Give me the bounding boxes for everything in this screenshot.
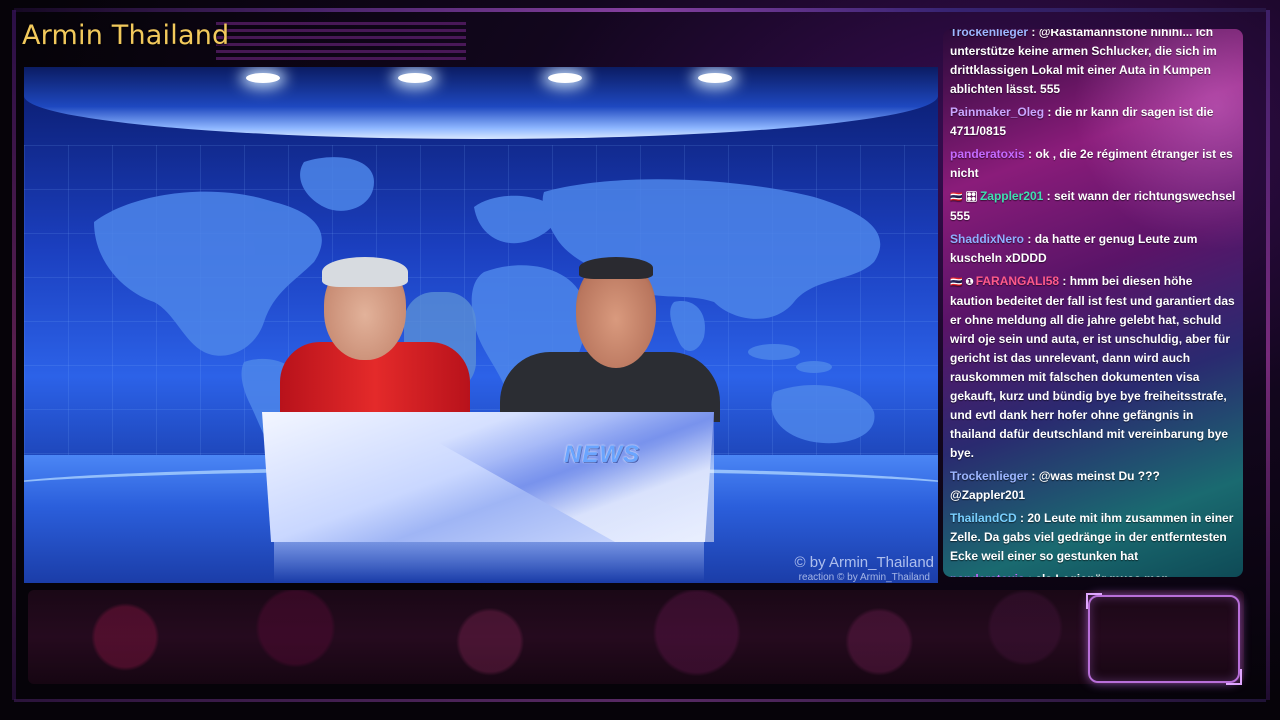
chat-username[interactable]: panderatoxis — [950, 572, 1025, 577]
video-watermark: © by Armin_Thailand — [794, 554, 934, 571]
chat-message: panderatoxis : ok , die 2e régiment étra… — [950, 145, 1237, 183]
studio-spotlight — [398, 73, 432, 83]
host-right-hair — [579, 257, 653, 279]
chat-message: Trockenlieger : @Rastamannstone hihihi..… — [950, 29, 1237, 99]
chat-username[interactable]: Painmaker_Oleg — [950, 105, 1044, 119]
chat-message: ShaddixNero : da hatte er genug Leute zu… — [950, 230, 1237, 268]
chat-username[interactable]: Trockenlieger — [950, 469, 1028, 483]
frame-border-right — [1266, 10, 1270, 700]
frame-border-top — [14, 8, 1266, 12]
chat-message: ThailandCD : 20 Leute mit ihm zusammen i… — [950, 509, 1237, 566]
studio-spotlight — [246, 73, 280, 83]
chat-username[interactable]: Trockenlieger — [950, 29, 1028, 39]
chat-user-badge-icon: 🇹🇭 🎛 — [950, 192, 978, 203]
title-decoration — [216, 22, 466, 62]
chat-panel[interactable]: Trockenlieger : @Rastamannstone hihihi..… — [943, 29, 1243, 577]
chat-text: : hmm bei diesen höhe kaution bedeitet d… — [950, 274, 1235, 460]
channel-title: Armin Thailand — [22, 20, 230, 51]
video-player[interactable]: NEWS © by Armin_Thailand reaction © by A… — [24, 67, 938, 583]
studio-spotlight — [698, 73, 732, 83]
frame-border-bottom — [14, 699, 1266, 702]
reaction-watermark: reaction © by Armin_Thailand — [798, 572, 930, 583]
chat-username[interactable]: ThailandCD — [950, 511, 1017, 525]
news-desk-label: NEWS — [564, 441, 640, 468]
chat-username[interactable]: Zappler201 — [980, 189, 1043, 203]
frame-border-left — [12, 10, 16, 700]
chat-message-list[interactable]: Trockenlieger : @Rastamannstone hihihi..… — [943, 29, 1243, 577]
webcam-frame — [1086, 593, 1242, 685]
chat-username[interactable]: panderatoxis — [950, 147, 1025, 161]
desk-reflection — [274, 542, 704, 582]
lower-decoration-band — [28, 590, 1244, 684]
studio-spotlight — [548, 73, 582, 83]
chat-message: 🇹🇭 🎛 Zappler201 : seit wann der richtungs… — [950, 187, 1237, 226]
chat-message: Painmaker_Oleg : die nr kann dir sagen i… — [950, 103, 1237, 141]
chat-text: : @Rastamannstone hihihi... Ich unterstü… — [950, 29, 1217, 96]
chat-username[interactable]: FARANGALI58 — [976, 274, 1059, 288]
chat-message: panderatoxis : als Legionär muss man fra… — [950, 570, 1237, 577]
chat-message: Trockenlieger : @was meinst Du ??? @Zapp… — [950, 467, 1237, 505]
studio-ceiling — [24, 67, 938, 139]
chat-message: 🇹🇭 ❶ FARANGALI58 : hmm bei diesen höhe ka… — [950, 272, 1237, 463]
chat-user-badge-icon: 🇹🇭 ❶ — [950, 277, 974, 288]
channel-title-bar: Armin Thailand — [16, 16, 466, 64]
stream-stage: Armin Thailand NEWS © by Armin_Thailand … — [0, 0, 1280, 720]
host-left-hair — [322, 257, 408, 287]
chat-username[interactable]: ShaddixNero — [950, 232, 1024, 246]
